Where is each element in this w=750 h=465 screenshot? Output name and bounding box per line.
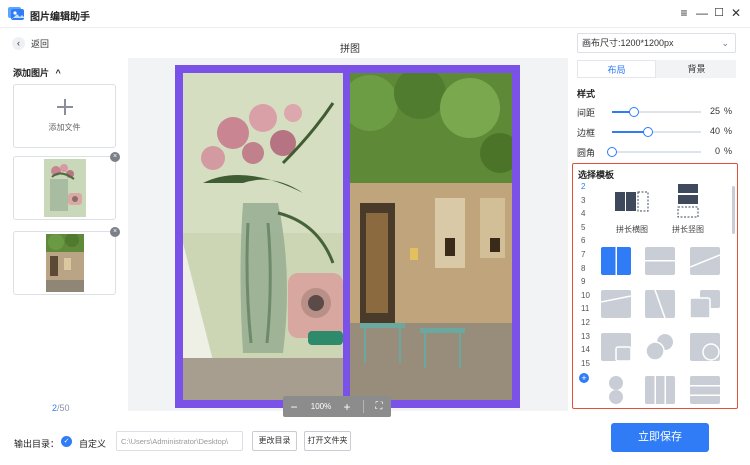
canvas-size-value: 画布尺寸:1200*1200px — [582, 38, 674, 48]
style-section-title: 样式 — [577, 89, 596, 99]
delete-image-icon[interactable]: × — [110, 152, 120, 162]
long-horizontal-template[interactable] — [613, 189, 651, 214]
add-count-icon[interactable]: + — [579, 373, 589, 383]
corner-slider[interactable] — [607, 147, 701, 157]
add-file-button[interactable]: 添加文件 — [13, 84, 116, 148]
template-panel: 选择模板 2 3 4 5 6 7 8 9 10 11 12 13 14 15 + 拼长横图 拼长竖图 — [572, 163, 738, 409]
corner-unit: % — [724, 146, 733, 156]
output-path-input[interactable] — [116, 431, 243, 451]
flower-thumbnail-image — [44, 159, 86, 217]
spacing-label: 间距 — [577, 108, 596, 118]
scrollbar[interactable] — [732, 186, 735, 234]
zoom-value: 100% — [310, 402, 332, 411]
app-title: 图片编辑助手 — [30, 12, 90, 23]
image-thumbnail[interactable]: × — [13, 152, 120, 220]
minimize-icon[interactable]: — — [695, 6, 709, 20]
spacing-slider-handle[interactable] — [629, 107, 640, 117]
template-split-horizontal[interactable] — [645, 247, 675, 275]
menu-icon[interactable]: ≡ — [677, 6, 691, 20]
custom-dir-label: 自定义 — [79, 439, 107, 449]
template-three-columns[interactable] — [645, 376, 675, 404]
border-value: 40 — [709, 126, 720, 136]
chevron-down-icon: ⌄ — [721, 38, 729, 48]
collage-preview[interactable] — [175, 65, 520, 408]
template-overlap-squares[interactable] — [690, 290, 720, 318]
open-folder-button[interactable]: 打开文件夹 — [304, 431, 351, 451]
corner-value: 0 — [714, 146, 720, 156]
page-counter: 2/50 — [52, 403, 70, 413]
maximize-icon[interactable]: ☐ — [712, 6, 726, 20]
flower-photo — [183, 73, 343, 400]
chevron-left-icon: ‹ — [12, 36, 25, 50]
chevron-up-icon: ^ — [55, 68, 61, 78]
template-count-item[interactable]: 12 — [581, 318, 590, 327]
template-count-item[interactable]: 9 — [581, 277, 585, 286]
template-count-item[interactable]: 2 — [581, 182, 585, 191]
panel-tabs: 布局 背景 — [577, 60, 736, 78]
template-split-slant-vertical[interactable] — [645, 290, 675, 318]
close-icon[interactable]: ✕ — [729, 6, 743, 20]
template-title: 选择模板 — [578, 170, 615, 180]
output-dir-label: 输出目录： — [14, 439, 60, 449]
template-count-item[interactable]: 5 — [581, 223, 585, 232]
template-count-item[interactable]: 15 — [581, 359, 590, 368]
app-logo-icon — [8, 7, 24, 20]
corner-label: 圆角 — [577, 148, 596, 158]
fit-screen-icon[interactable]: ⛶ — [370, 396, 388, 417]
add-images-header[interactable]: 添加图片 ^ — [13, 66, 61, 79]
template-count-item[interactable]: 13 — [581, 332, 590, 341]
title-bar — [0, 0, 750, 28]
template-split-slant[interactable] — [601, 290, 631, 318]
border-slider[interactable] — [612, 127, 701, 137]
template-count-item[interactable]: 6 — [581, 236, 585, 245]
tab-layout[interactable]: 布局 — [577, 60, 656, 78]
building-thumbnail-image — [46, 234, 84, 292]
zoom-toolbar: − 100% + ⛶ — [283, 396, 391, 417]
corner-slider-handle[interactable] — [607, 147, 617, 157]
border-label: 边框 — [577, 128, 596, 138]
save-button[interactable]: 立即保存 — [611, 423, 709, 452]
add-file-label: 添加文件 — [48, 123, 81, 132]
template-three-rows[interactable] — [690, 376, 720, 404]
change-dir-button[interactable]: 更改目录 — [252, 431, 297, 451]
spacing-slider[interactable] — [612, 107, 701, 117]
page-total: /50 — [57, 403, 70, 413]
back-label: 返回 — [31, 38, 50, 49]
template-count-item[interactable]: 3 — [581, 196, 585, 205]
template-stacked-circles[interactable] — [601, 376, 631, 404]
template-count-item[interactable]: 8 — [581, 264, 585, 273]
template-count-item[interactable]: 14 — [581, 345, 590, 354]
template-split-diagonal[interactable] — [690, 247, 720, 275]
template-count-item[interactable]: 4 — [581, 209, 585, 218]
building-photo — [350, 73, 512, 400]
long-vertical-template[interactable] — [676, 183, 700, 221]
canvas-title: 拼图 — [340, 44, 360, 55]
plus-icon — [57, 99, 73, 115]
long-horizontal-label: 拼长横图 — [616, 225, 648, 234]
template-circle-inset[interactable] — [690, 333, 720, 361]
zoom-out-button[interactable]: − — [283, 396, 305, 417]
divider — [363, 400, 364, 413]
image-thumbnail[interactable]: × — [13, 227, 120, 295]
template-count-item[interactable]: 7 — [581, 250, 585, 259]
zoom-in-button[interactable]: + — [337, 396, 357, 417]
delete-image-icon[interactable]: × — [110, 227, 120, 237]
back-button[interactable]: ‹ 返回 — [12, 36, 49, 50]
long-vertical-label: 拼长竖图 — [672, 225, 704, 234]
template-split-vertical-selected[interactable] — [601, 247, 631, 275]
template-count-item[interactable]: 11 — [581, 304, 589, 313]
template-corner-inset[interactable] — [601, 333, 631, 361]
tab-background[interactable]: 背景 — [657, 60, 736, 78]
template-circles[interactable] — [645, 333, 675, 361]
custom-dir-radio[interactable]: ✓ — [61, 436, 72, 447]
template-count-item[interactable]: 10 — [581, 291, 590, 300]
spacing-unit: % — [724, 106, 733, 116]
canvas-size-select[interactable]: 画布尺寸:1200*1200px ⌄ — [577, 33, 736, 53]
spacing-value: 25 — [709, 106, 720, 116]
add-images-title: 添加图片 — [13, 68, 50, 78]
border-slider-handle[interactable] — [642, 127, 653, 137]
border-unit: % — [724, 126, 733, 136]
